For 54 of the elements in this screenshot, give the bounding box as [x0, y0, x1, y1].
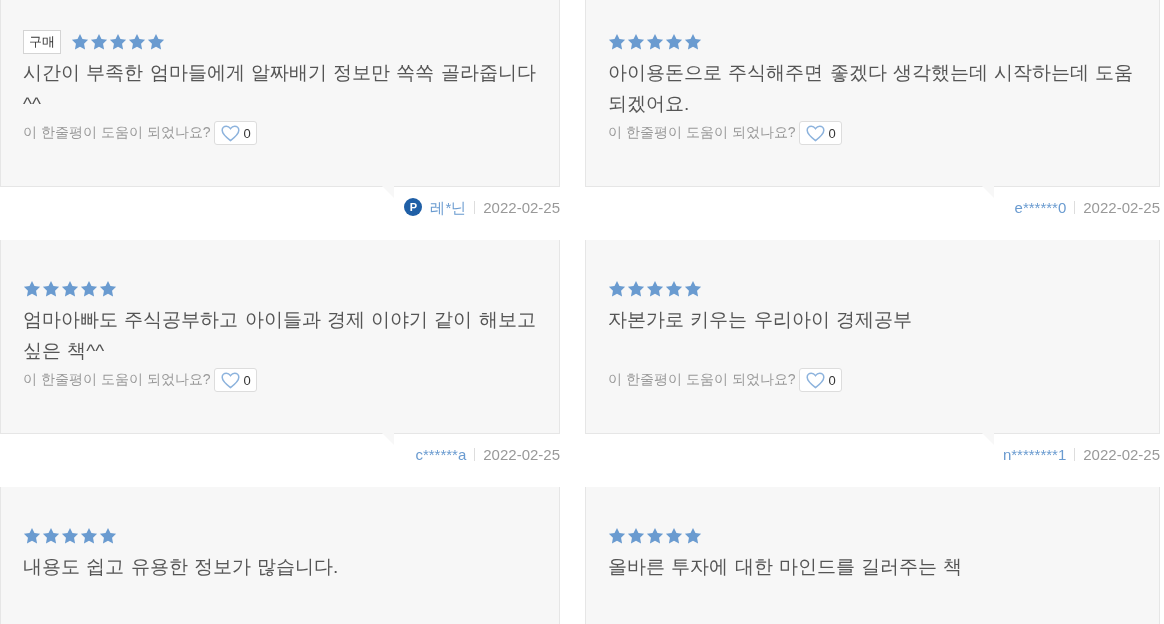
review-date: 2022-02-25	[1082, 198, 1160, 216]
heart-icon	[806, 124, 826, 142]
star-icon	[71, 33, 89, 51]
star-icon	[80, 280, 98, 298]
review-text: 자본가로 키우는 우리아이 경제공부	[608, 308, 913, 332]
star-icon	[684, 527, 702, 545]
star-icon	[684, 280, 702, 298]
review-text: 내용도 쉽고 유용한 정보가 많습니다.	[23, 555, 340, 579]
star-icon	[80, 527, 98, 545]
review-date: 2022-02-25	[1082, 445, 1160, 463]
star-icon	[99, 527, 117, 545]
star-icon	[42, 527, 60, 545]
like-button[interactable]: 0	[799, 368, 842, 392]
helpful-question: 이 한줄평이 도움이 되었나요?	[608, 124, 796, 142]
star-icon	[684, 33, 702, 51]
star-icon	[646, 280, 664, 298]
review-text: 올바른 투자에 대한 마인드를 길러주는 책	[608, 555, 964, 579]
heart-icon	[221, 124, 241, 142]
review-text: 엄마아빠도 주식공부하고 아이들과 경제 이야기 같이 해보고 싶은 책^^	[23, 308, 537, 363]
star-icon	[109, 33, 127, 51]
helpful-question: 이 한줄평이 도움이 되었나요?	[23, 371, 211, 389]
review-text: 아이용돈으로 주식해주면 좋겠다 생각했는데 시작하는데 도움되겠어요.	[608, 61, 1135, 116]
star-icon	[608, 527, 626, 545]
review-date: 2022-02-25	[482, 198, 560, 216]
helpful-question: 이 한줄평이 도움이 되었나요?	[608, 371, 796, 389]
review-text: 시간이 부족한 엄마들에게 알짜배기 정보만 쏙쏙 골라줍니다^^	[23, 61, 537, 116]
purchase-badge: 구매	[23, 30, 61, 54]
like-button[interactable]: 0	[214, 368, 257, 392]
star-icon	[665, 280, 683, 298]
star-icon	[23, 527, 41, 545]
heart-icon	[806, 371, 826, 389]
star-icon	[665, 527, 683, 545]
review-date: 2022-02-25	[482, 445, 560, 463]
star-icon	[627, 280, 645, 298]
helpful-question: 이 한줄평이 도움이 되었나요?	[23, 124, 211, 142]
star-icon	[147, 33, 165, 51]
star-icon	[99, 280, 117, 298]
star-icon	[61, 280, 79, 298]
star-icon	[23, 280, 41, 298]
star-icon	[608, 33, 626, 51]
star-icon	[128, 33, 146, 51]
star-icon	[90, 33, 108, 51]
star-icon	[665, 33, 683, 51]
heart-icon	[221, 371, 241, 389]
star-icon	[61, 527, 79, 545]
star-icon	[42, 280, 60, 298]
star-icon	[608, 280, 626, 298]
like-button[interactable]: 0	[799, 121, 842, 145]
star-icon	[627, 527, 645, 545]
star-icon	[627, 33, 645, 51]
like-button[interactable]: 0	[214, 121, 257, 145]
star-icon	[646, 527, 664, 545]
star-icon	[646, 33, 664, 51]
member-badge-icon: P	[404, 198, 423, 216]
